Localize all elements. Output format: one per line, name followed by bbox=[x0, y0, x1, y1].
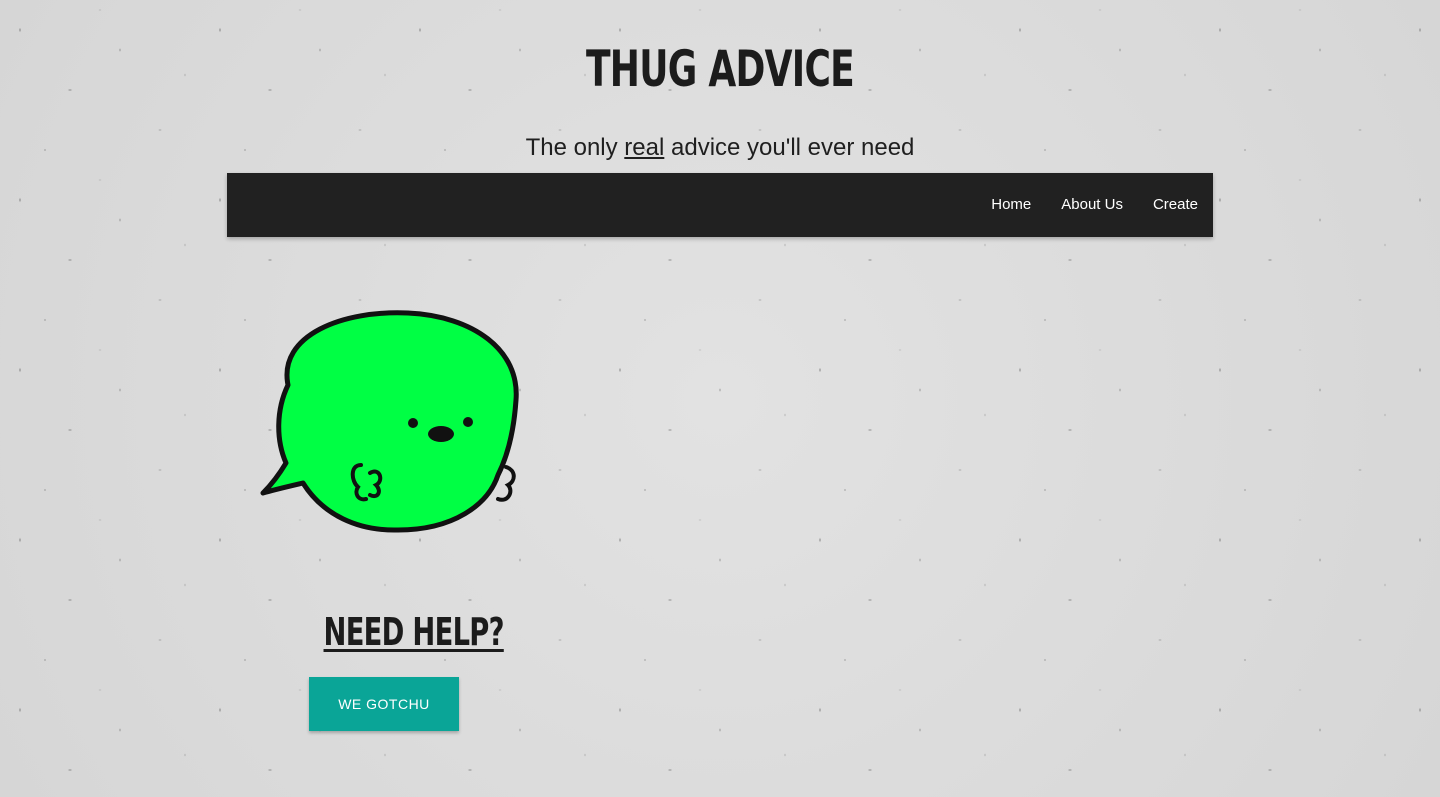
mascot-speech-bubble-icon bbox=[258, 305, 528, 540]
tagline-emphasis: real bbox=[624, 134, 665, 161]
nav-link-about-us[interactable]: About Us bbox=[1046, 173, 1138, 237]
nav-link-home[interactable]: Home bbox=[976, 173, 1046, 237]
top-navbar: Home About Us Create bbox=[227, 173, 1213, 237]
tagline-suffix: advice you'll ever need bbox=[664, 134, 915, 161]
tagline-prefix: The only bbox=[525, 134, 625, 161]
site-tagline: The only real advice you'll ever need bbox=[0, 134, 1440, 162]
site-title: THUG ADVICE bbox=[585, 40, 855, 98]
we-gotchu-button[interactable]: WE GOTCHU bbox=[309, 677, 459, 731]
nav-link-create[interactable]: Create bbox=[1138, 173, 1213, 237]
nav-links: Home About Us Create bbox=[976, 173, 1213, 237]
need-help-heading: NEED HELP? bbox=[323, 610, 505, 654]
